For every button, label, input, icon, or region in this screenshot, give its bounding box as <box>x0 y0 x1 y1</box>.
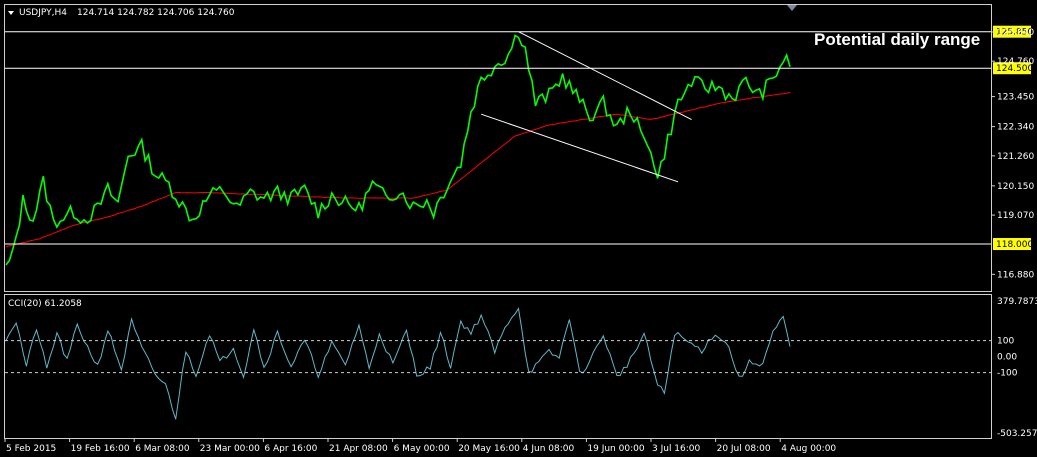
price-tick-label: 116.880 <box>997 270 1034 280</box>
cci-tick-label: 379.7873 <box>997 297 1037 307</box>
cci-label: CCI(20) 61.2058 <box>8 299 82 309</box>
ohlc-header: 124.714 124.782 124.706 124.760 <box>77 8 235 18</box>
time-tick-label: 6 Apr 16:00 <box>264 444 317 454</box>
time-tick-label: 4 Aug 00:00 <box>781 444 836 454</box>
time-tick-label: 4 Jun 08:00 <box>523 444 575 454</box>
price-tick-label: 119.070 <box>997 211 1034 221</box>
price-level-tag-label: 118.000 <box>996 240 1033 250</box>
time-tick-label: 5 Feb 2015 <box>6 444 56 454</box>
cci-tick-label: 0.00 <box>997 353 1017 363</box>
cci-tick-label: 100 <box>997 337 1014 347</box>
price-chart[interactable]: 125.850124.500118.000 125.840124.760123.… <box>0 0 1037 457</box>
time-tick-label: 6 Mar 08:00 <box>135 444 190 454</box>
time-tick-label: 23 Mar 00:00 <box>200 444 260 454</box>
annotation-text: Potential daily range <box>814 30 980 49</box>
time-tick-label: 19 Feb 16:00 <box>71 444 130 454</box>
price-tick-label: 124.760 <box>997 57 1034 67</box>
price-tick-label: 120.150 <box>997 182 1034 192</box>
time-tick-label: 20 Jul 08:00 <box>717 444 771 454</box>
price-tick-label: 121.260 <box>997 152 1034 162</box>
price-tick-label: 122.340 <box>997 123 1034 133</box>
symbol-label: USDJPY,H4 <box>19 8 67 18</box>
time-tick-label: 3 Jul 16:00 <box>652 444 701 454</box>
cci-tick-label: -503.2579 <box>997 429 1037 439</box>
price-tick-label: 123.450 <box>997 93 1034 103</box>
time-tick-label: 21 Apr 08:00 <box>329 444 388 454</box>
time-tick-label: 20 May 16:00 <box>458 444 520 454</box>
time-tick-label: 19 Jun 00:00 <box>587 444 644 454</box>
price-tick-label: 125.840 <box>997 28 1034 38</box>
time-tick-label: 6 May 00:00 <box>394 444 450 454</box>
cci-tick-label: -100 <box>997 369 1018 379</box>
